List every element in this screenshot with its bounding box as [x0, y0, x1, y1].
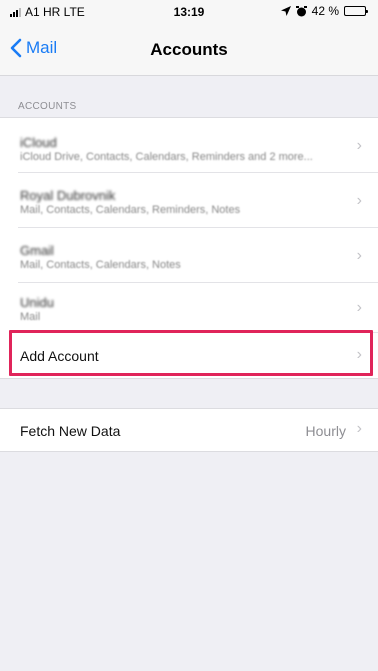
accounts-list: iCloud iCloud Drive, Contacts, Calendars… — [0, 117, 378, 379]
chevron-right-icon: › — [356, 420, 362, 437]
alarm-clock-icon — [295, 5, 307, 16]
status-right: 42 % — [280, 4, 368, 18]
account-name: iCloud — [20, 135, 57, 150]
account-services: Mail, Contacts, Calendars, Notes — [20, 259, 181, 271]
fetch-new-data-label: Fetch New Data — [20, 423, 121, 439]
chevron-right-icon: › — [356, 137, 362, 154]
account-name: Gmail — [20, 243, 54, 258]
account-services: Mail, Contacts, Calendars, Reminders, No… — [20, 204, 241, 216]
chevron-right-icon: › — [356, 346, 362, 363]
accounts-section-header: ACCOUNTS — [18, 101, 77, 112]
add-account-label: Add Account — [20, 348, 99, 364]
page-title: Accounts — [150, 40, 228, 59]
battery-percent: 42 % — [311, 4, 339, 18]
battery-icon — [344, 6, 368, 16]
account-services: Mail — [20, 311, 41, 323]
account-row-royal-dubrovnik[interactable]: Royal Dubrovnik Mail, Contacts, Calendar… — [0, 173, 378, 228]
account-name: Unidu — [20, 295, 54, 310]
fetch-group: Fetch New Data Hourly › — [0, 408, 378, 452]
account-row-gmail[interactable]: Gmail Mail, Contacts, Calendars, Notes › — [0, 228, 378, 283]
account-name: Royal Dubrovnik — [20, 188, 116, 203]
account-services: iCloud Drive, Contacts, Calendars, Remin… — [20, 151, 313, 163]
chevron-right-icon: › — [356, 192, 362, 209]
location-arrow-icon — [280, 6, 291, 16]
chevron-right-icon: › — [356, 299, 362, 316]
add-account-button[interactable]: Add Account › — [0, 333, 378, 379]
fetch-new-data-value: Hourly — [305, 423, 346, 439]
chevron-right-icon: › — [356, 247, 362, 264]
fetch-new-data-row[interactable]: Fetch New Data Hourly › — [0, 409, 378, 451]
status-bar: A1 HR LTE 13:19 42 % — [0, 0, 378, 24]
navigation-bar: Mail Accounts — [0, 24, 378, 76]
account-row-icloud[interactable]: iCloud iCloud Drive, Contacts, Calendars… — [0, 118, 378, 173]
account-row-unidu[interactable]: Unidu Mail › — [0, 283, 378, 333]
